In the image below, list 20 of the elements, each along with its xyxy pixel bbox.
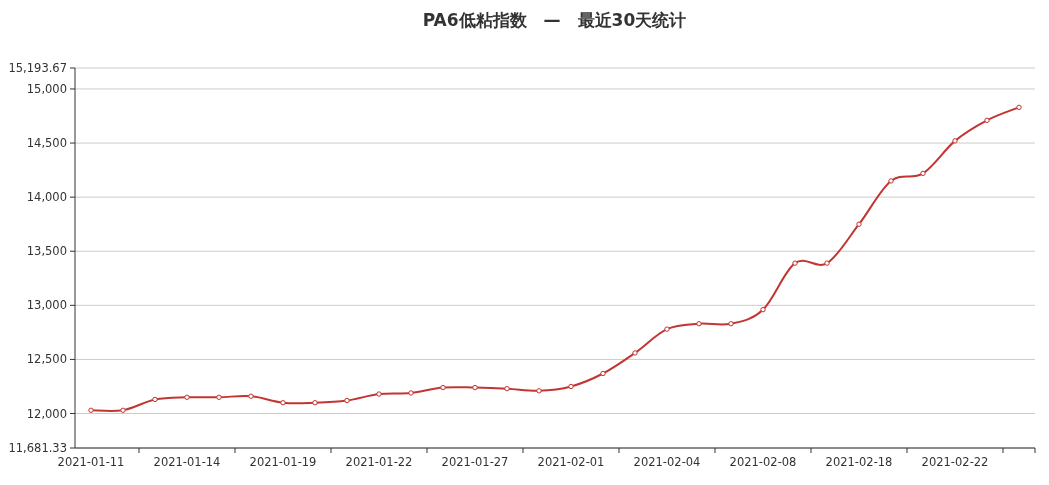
y-tick-label: 14,000 bbox=[26, 190, 67, 205]
x-tick-label: 2021-01-19 bbox=[249, 455, 317, 469]
y-tick-label: 15,000 bbox=[26, 81, 67, 96]
y-tick-label: 13,000 bbox=[26, 298, 67, 313]
y-tick-label: 12,000 bbox=[26, 406, 67, 421]
x-tick-label: 2021-02-18 bbox=[825, 455, 893, 469]
y-tick-label: 11,681.33 bbox=[8, 441, 67, 455]
y-tick-label: 15,193.67 bbox=[8, 61, 67, 75]
x-tick-label: 2021-02-08 bbox=[729, 455, 797, 469]
x-tick-label: 2021-02-22 bbox=[921, 455, 989, 469]
x-tick-label: 2021-01-11 bbox=[57, 455, 125, 469]
x-tick-label: 2021-02-01 bbox=[537, 455, 605, 469]
y-tick-label: 14,500 bbox=[26, 136, 67, 151]
y-tick-label: 13,500 bbox=[26, 244, 67, 259]
y-tick-label: 12,500 bbox=[26, 352, 67, 367]
x-tick-label: 2021-01-27 bbox=[441, 455, 509, 469]
x-tick-label: 2021-02-04 bbox=[633, 455, 701, 469]
x-tick-label: 2021-01-22 bbox=[345, 455, 413, 469]
chart-title: PA6低粘指数 — 最近30天统计 bbox=[422, 8, 687, 32]
x-tick-label: 2021-01-14 bbox=[153, 455, 221, 469]
